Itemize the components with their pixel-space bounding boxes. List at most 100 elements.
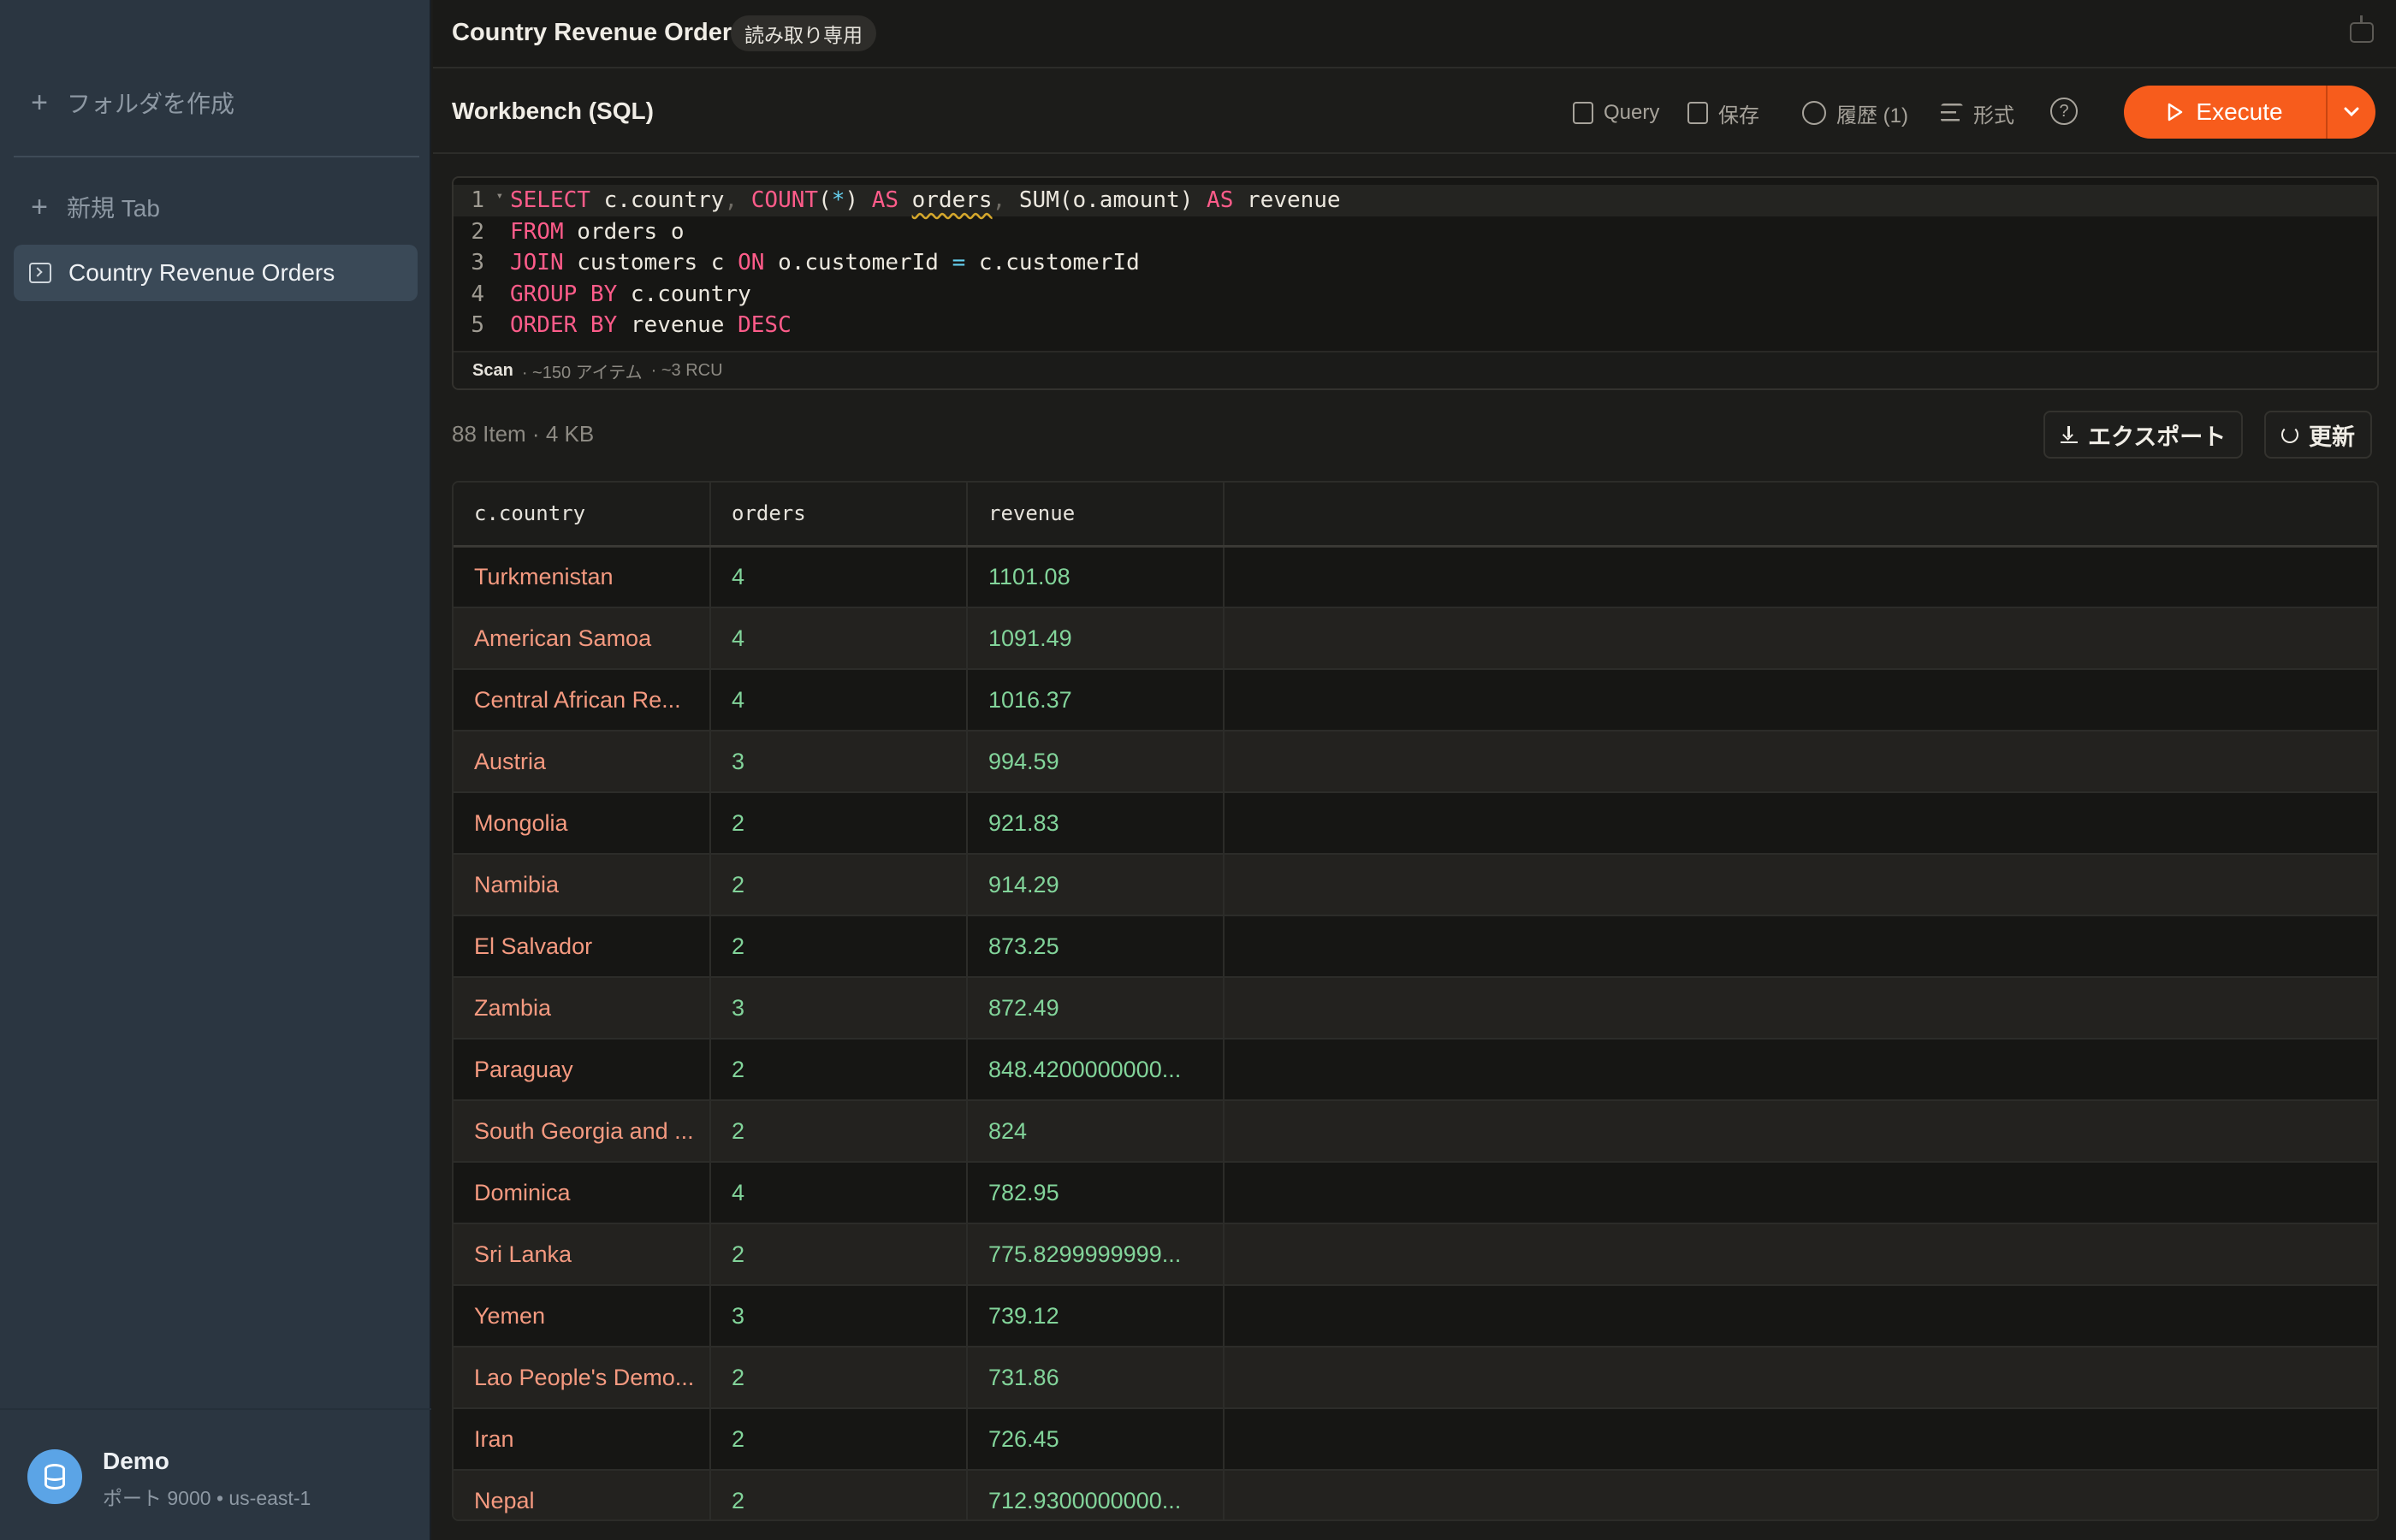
table-cell[interactable]: South Georgia and ... — [454, 1100, 711, 1163]
plus-icon: + — [31, 86, 48, 119]
floppy-disk-icon — [1687, 102, 1708, 124]
table-row[interactable]: Dominica 4 782.95 — [454, 1162, 2377, 1224]
table-cell[interactable]: 1101.08 — [967, 546, 1225, 608]
format-button[interactable]: 形式 — [1941, 96, 2014, 130]
table-cell[interactable]: 2 — [710, 1408, 968, 1471]
code-area[interactable]: 1 ▾ SELECT c.country, COUNT(*) AS orders,… — [454, 185, 2377, 341]
table-cell[interactable]: American Samoa — [454, 607, 711, 670]
table-cell[interactable]: 2 — [710, 792, 968, 855]
database-icon — [27, 1449, 82, 1504]
table-cell[interactable]: Nepal — [454, 1470, 711, 1519]
table-row[interactable]: Yemen 3 739.12 — [454, 1285, 2377, 1348]
table-cell[interactable]: 848.4200000000... — [967, 1039, 1225, 1101]
table-cell[interactable]: Lao People's Demo... — [454, 1347, 711, 1409]
table-cell[interactable]: Austria — [454, 731, 711, 793]
table-cell[interactable]: 4 — [710, 607, 968, 670]
table-cell[interactable]: 4 — [710, 546, 968, 608]
table-cell[interactable]: Yemen — [454, 1285, 711, 1348]
table-cell[interactable]: Namibia — [454, 854, 711, 916]
execute-button-group: Execute — [2124, 86, 2375, 139]
table-cell[interactable]: Central African Re... — [454, 669, 711, 732]
table-cell[interactable]: 2 — [710, 1347, 968, 1409]
table-cell[interactable]: 3 — [710, 1285, 968, 1348]
table-row[interactable]: Nepal 2 712.9300000000... — [454, 1470, 2377, 1519]
execute-options-button[interactable] — [2328, 86, 2375, 139]
table-cell[interactable]: Iran — [454, 1408, 711, 1471]
table-cell[interactable]: 782.95 — [967, 1162, 1225, 1224]
fold-arrow-icon[interactable]: ▾ — [496, 189, 503, 203]
help-icon[interactable]: ? — [2050, 98, 2078, 125]
query-button[interactable]: Query — [1573, 96, 1659, 130]
table-cell[interactable]: 824 — [967, 1100, 1225, 1163]
table-row[interactable]: El Salvador 2 873.25 — [454, 915, 2377, 978]
table-cell[interactable]: 873.25 — [967, 915, 1225, 978]
export-button[interactable]: エクスポート — [2043, 411, 2244, 459]
table-cell[interactable]: 731.86 — [967, 1347, 1225, 1409]
table-cell[interactable]: Paraguay — [454, 1039, 711, 1101]
column-header[interactable]: c.country — [454, 483, 711, 548]
table-cell[interactable]: Turkmenistan — [454, 546, 711, 608]
workbench-title: Workbench (SQL) — [452, 98, 654, 124]
code-text: JOIN customers c ON o.customerId = c.cus… — [510, 250, 1140, 276]
table-cell[interactable]: 3 — [710, 731, 968, 793]
table-cell[interactable]: 4 — [710, 1162, 968, 1224]
table-cell[interactable]: 739.12 — [967, 1285, 1225, 1348]
table-row[interactable]: Namibia 2 914.29 — [454, 854, 2377, 916]
execute-button[interactable]: Execute — [2124, 86, 2326, 139]
table-cell[interactable]: 914.29 — [967, 854, 1225, 916]
results-table[interactable]: c.country orders revenue Turkmenistan 4 11… — [452, 481, 2379, 1521]
line-number: 4 — [471, 281, 484, 307]
table-cell[interactable]: 726.45 — [967, 1408, 1225, 1471]
table-cell[interactable]: 3 — [710, 977, 968, 1040]
history-label: 履歴 (1) — [1836, 104, 1908, 127]
history-button[interactable]: 履歴 (1) — [1802, 96, 1908, 130]
table-cell[interactable]: Zambia — [454, 977, 711, 1040]
table-cell[interactable]: 2 — [710, 1470, 968, 1519]
sidebar-divider — [14, 156, 419, 157]
sidebar-item-country-revenue-orders[interactable]: Country Revenue Orders — [14, 245, 418, 301]
new-tab-button[interactable]: + 新規 Tab — [29, 190, 160, 224]
table-cell[interactable]: 712.9300000000... — [967, 1470, 1225, 1519]
table-cell[interactable]: 775.8299999999... — [967, 1223, 1225, 1286]
table-cell[interactable]: 2 — [710, 1100, 968, 1163]
refresh-label: 更新 — [2309, 424, 2355, 450]
save-button[interactable]: 保存 — [1687, 96, 1759, 130]
chevron-down-icon — [2344, 107, 2359, 117]
table-cell[interactable]: 2 — [710, 915, 968, 978]
robot-icon[interactable] — [2350, 15, 2374, 43]
table-cell[interactable]: 4 — [710, 669, 968, 732]
table-cell[interactable]: El Salvador — [454, 915, 711, 978]
table-cell[interactable]: 1016.37 — [967, 669, 1225, 732]
refresh-button[interactable]: 更新 — [2264, 411, 2372, 459]
table-cell[interactable]: 2 — [710, 1039, 968, 1101]
plus-icon: + — [31, 191, 48, 223]
table-row[interactable]: Iran 2 726.45 — [454, 1408, 2377, 1471]
table-row[interactable]: Central African Re... 4 1016.37 — [454, 669, 2377, 732]
table-cell[interactable]: Mongolia — [454, 792, 711, 855]
table-row[interactable]: Sri Lanka 2 775.8299999999... — [454, 1223, 2377, 1286]
sql-editor[interactable]: 1 ▾ SELECT c.country, COUNT(*) AS orders,… — [452, 176, 2379, 390]
table-row[interactable]: Lao People's Demo... 2 731.86 — [454, 1347, 2377, 1409]
execute-label: Execute — [2196, 98, 2283, 125]
table-row[interactable]: Paraguay 2 848.4200000000... — [454, 1039, 2377, 1101]
table-row[interactable]: South Georgia and ... 2 824 — [454, 1100, 2377, 1163]
table-row[interactable]: American Samoa 4 1091.49 — [454, 607, 2377, 670]
column-header[interactable]: revenue — [967, 483, 1225, 548]
table-cell[interactable]: 921.83 — [967, 792, 1225, 855]
connection-info[interactable]: Demo ポート 9000 • us-east-1 — [0, 1408, 431, 1540]
table-cell[interactable]: 2 — [710, 1223, 968, 1286]
table-cell[interactable]: 2 — [710, 854, 968, 916]
table-row[interactable]: Turkmenistan 4 1101.08 — [454, 546, 2377, 608]
code-line: 3 JOIN customers c ON o.customerId = c.c… — [454, 247, 2377, 279]
table-cell[interactable]: 872.49 — [967, 977, 1225, 1040]
create-folder-button[interactable]: + フォルダを作成 — [29, 86, 234, 120]
table-row[interactable]: Mongolia 2 921.83 — [454, 792, 2377, 855]
table-row[interactable]: Austria 3 994.59 — [454, 731, 2377, 793]
table-row[interactable]: Zambia 3 872.49 — [454, 977, 2377, 1040]
column-header[interactable]: orders — [710, 483, 968, 548]
table-cell[interactable]: 994.59 — [967, 731, 1225, 793]
table-cell[interactable]: Sri Lanka — [454, 1223, 711, 1286]
table-cell[interactable]: 1091.49 — [967, 607, 1225, 670]
line-number: 5 — [471, 312, 484, 339]
table-cell[interactable]: Dominica — [454, 1162, 711, 1224]
